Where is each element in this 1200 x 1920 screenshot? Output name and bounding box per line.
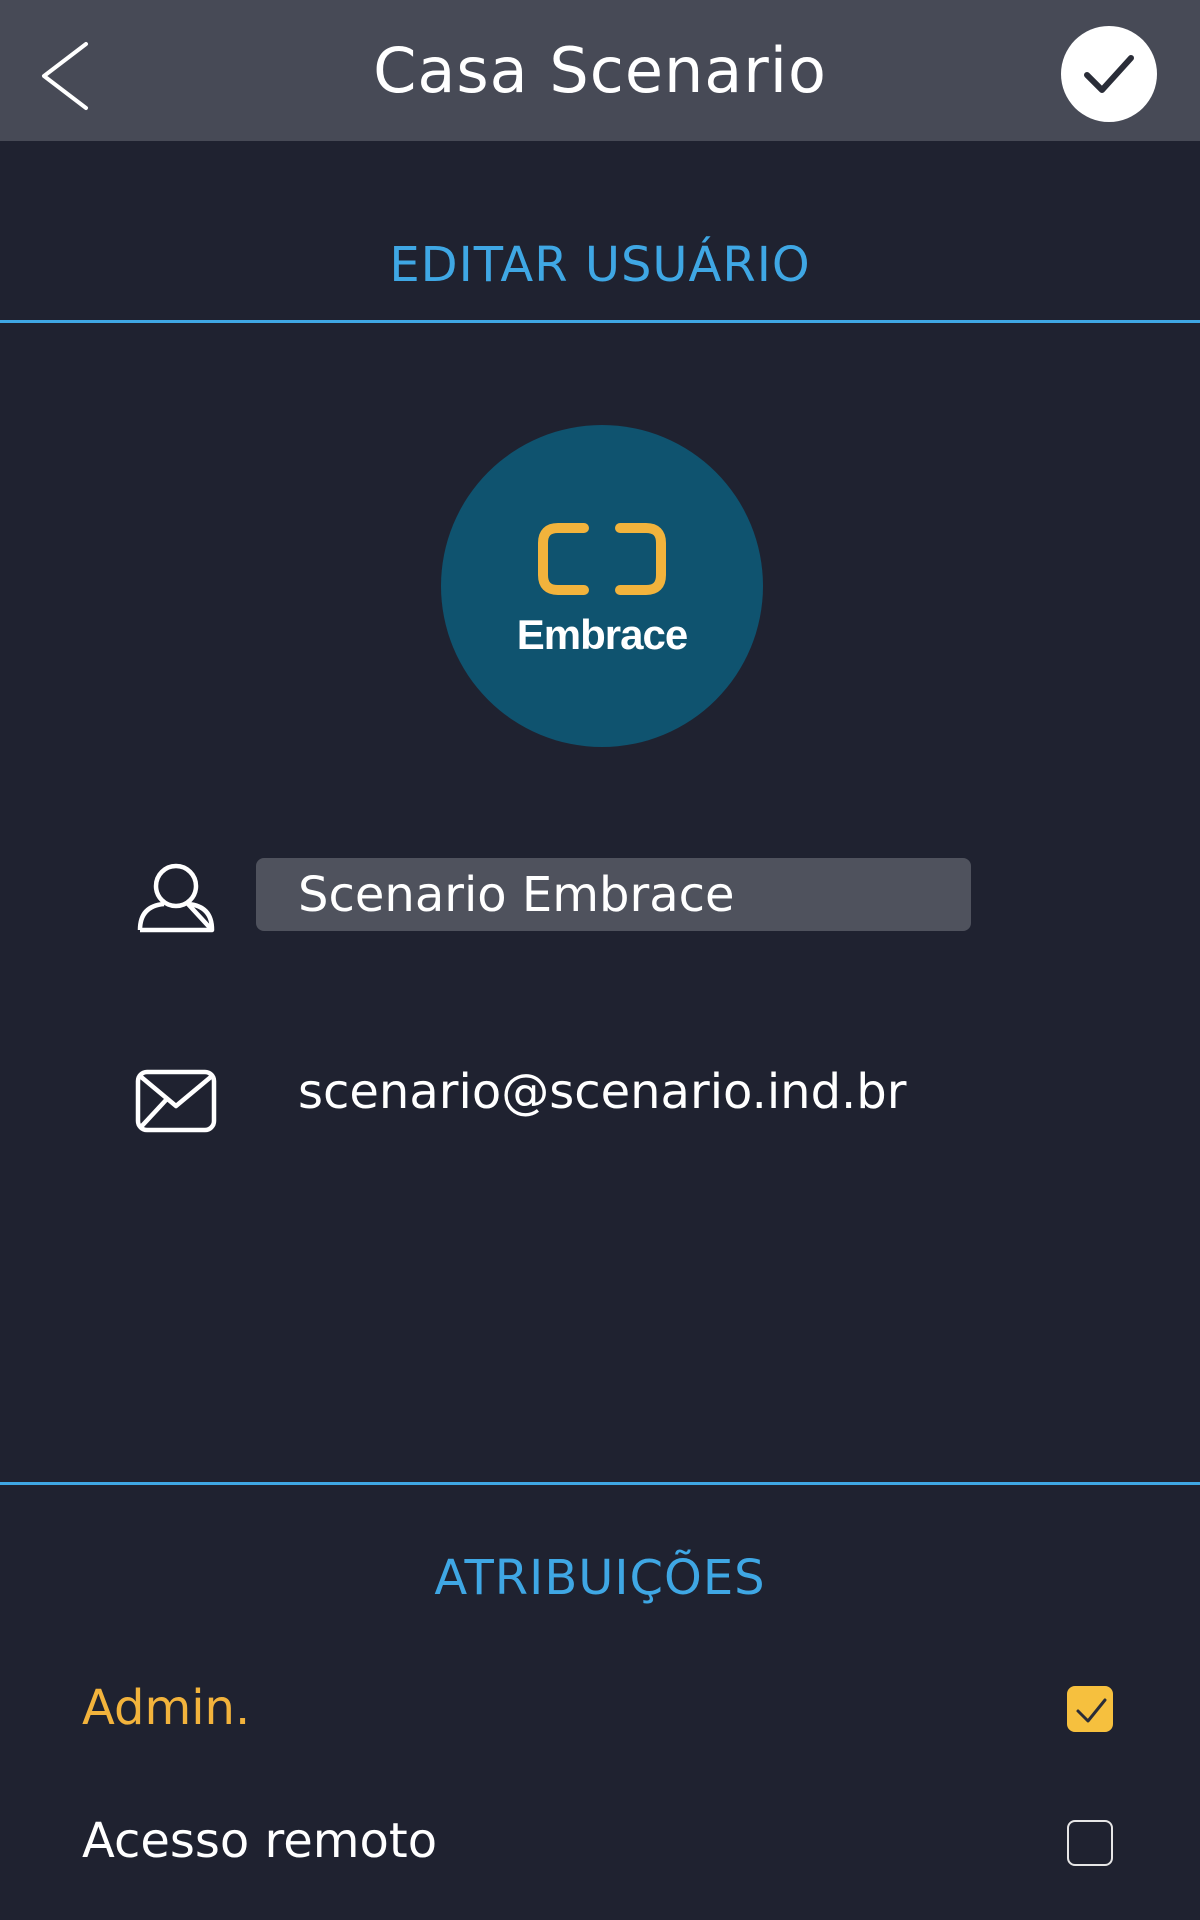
confirm-button[interactable] [1061,26,1157,122]
checkmark-icon [1076,1698,1107,1723]
page-title: Casa Scenario [373,34,827,107]
app-header: Casa Scenario [0,0,1200,141]
user-icon [137,863,215,933]
avatar-label: Embrace [516,611,688,658]
envelope-icon [135,1069,217,1133]
section-divider [0,1482,1200,1485]
email-value: scenario@scenario.ind.br [298,1064,907,1120]
checkmark-icon [1084,55,1134,93]
admin-checkbox[interactable] [1067,1686,1113,1732]
role-label-remote-access: Acesso remoto [82,1813,438,1869]
edit-user-heading: EDITAR USUÁRIO [389,237,811,293]
edit-user-screen: Casa Scenario EDITAR USUÁRIO Embrace sce… [0,0,1200,1920]
name-input[interactable] [256,858,971,931]
embrace-logo-icon [538,523,666,595]
role-label-admin: Admin. [82,1680,251,1736]
avatar[interactable]: Embrace [441,425,763,747]
section-divider [0,320,1200,323]
roles-heading: ATRIBUIÇÕES [434,1550,766,1606]
remote-access-checkbox[interactable] [1067,1820,1113,1866]
